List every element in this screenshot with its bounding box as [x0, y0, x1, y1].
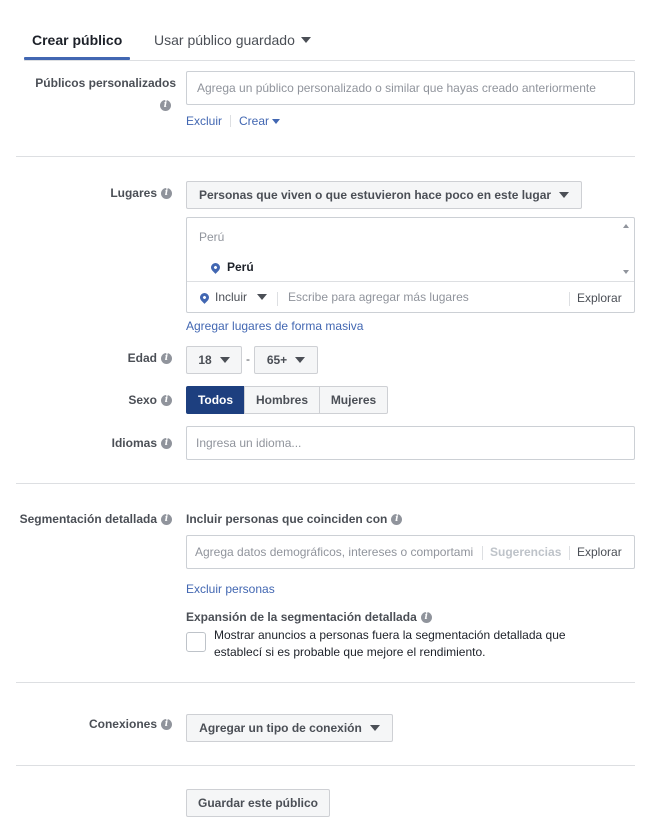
chevron-down-icon [257, 294, 268, 300]
create-audience-link[interactable]: Crear [239, 114, 281, 128]
custom-audience-placeholder: Agrega un público personalizado o simila… [197, 81, 596, 95]
location-item-label: Perú [227, 260, 254, 274]
info-icon[interactable]: i [161, 187, 172, 199]
custom-audiences-label-text: Públicos personalizados [35, 76, 176, 90]
include-people-title-text: Incluir personas que coinciden con [186, 512, 388, 526]
expansion-title-text: Expansión de la segmentación detallada [186, 610, 417, 624]
location-search-input[interactable]: Escribe para agregar más lugares [288, 290, 469, 304]
tab-saved-label: Usar público guardado [154, 32, 295, 48]
chevron-down-icon [219, 357, 230, 363]
location-group-title: Perú [199, 230, 225, 244]
location-list-box: Perú Perú Incluir Escribe para agregar m… [186, 217, 635, 313]
location-include-dropdown[interactable]: Incluir [198, 290, 268, 304]
divider [277, 292, 278, 306]
chevron-down-icon [559, 192, 570, 198]
chevron-down-icon [295, 357, 306, 363]
divider [569, 292, 570, 306]
explore-targeting-button[interactable]: Explorar [577, 545, 622, 559]
age-max-dropdown[interactable]: 65+ [254, 346, 318, 374]
scrollbar[interactable] [622, 224, 630, 280]
explore-locations-button[interactable]: Explorar [577, 291, 622, 305]
expansion-title: Expansión de la segmentación detallada i [186, 610, 432, 624]
info-icon[interactable]: i [391, 513, 403, 525]
expansion-description: Mostrar anuncios a personas fuera la seg… [214, 627, 566, 661]
info-icon[interactable]: i [160, 100, 171, 111]
connections-label-text: Conexiones [88, 717, 157, 731]
section-divider [16, 156, 635, 157]
info-icon[interactable]: i [161, 437, 172, 449]
location-type-dropdown[interactable]: Personas que viven o que estuvieron hace… [186, 181, 582, 209]
section-divider [16, 765, 635, 766]
exclude-people-link[interactable]: Excluir personas [186, 582, 275, 596]
include-label: Incluir [215, 290, 248, 304]
chevron-down-icon [272, 118, 281, 124]
location-pin-icon [198, 290, 211, 304]
section-divider [16, 483, 635, 484]
detailed-targeting-label: Segmentación detallada i [10, 512, 172, 526]
save-audience-button[interactable]: Guardar este público [186, 789, 330, 817]
tab-create-audience[interactable]: Crear público [32, 26, 122, 54]
section-divider [16, 682, 635, 683]
custom-audience-input[interactable]: Agrega un público personalizado o simila… [186, 71, 635, 105]
expansion-text-line-1: Mostrar anuncios a personas fuera la seg… [214, 628, 566, 642]
gender-all-button[interactable]: Todos [186, 386, 245, 414]
gender-women-button[interactable]: Mujeres [319, 386, 388, 414]
expansion-text-line-2: establecí si es probable que mejore el r… [214, 645, 486, 659]
expansion-checkbox[interactable] [186, 632, 206, 652]
chevron-down-icon [369, 725, 380, 731]
age-max-value: 65+ [266, 353, 288, 367]
age-label: Edad i [20, 351, 172, 365]
scroll-up-icon[interactable] [623, 224, 629, 228]
exclude-audience-link[interactable]: Excluir [186, 114, 222, 128]
connection-type-label: Agregar un tipo de conexión [199, 721, 362, 735]
connection-type-dropdown[interactable]: Agregar un tipo de conexión [186, 714, 393, 742]
location-type-label: Personas que viven o que estuvieron hace… [198, 188, 552, 202]
tabs-divider [24, 60, 635, 61]
detailed-targeting-label-text: Segmentación detallada [19, 512, 157, 526]
age-label-text: Edad [127, 351, 157, 365]
locations-label: Lugares i [20, 186, 172, 200]
detailed-targeting-placeholder: Agrega datos demográficos, intereses o c… [195, 545, 474, 559]
custom-audiences-label: Públicos personalizados [20, 76, 176, 90]
divider [230, 115, 232, 127]
include-people-title: Incluir personas que coinciden con i [186, 512, 403, 526]
info-icon[interactable]: i [161, 352, 172, 364]
chevron-down-icon [300, 37, 311, 43]
info-icon[interactable]: i [420, 611, 432, 623]
location-item-peru[interactable]: Perú [209, 260, 254, 274]
info-icon[interactable]: i [161, 718, 172, 730]
create-audience-label: Crear [239, 114, 270, 128]
detailed-targeting-input[interactable]: Agrega datos demográficos, intereses o c… [186, 535, 635, 569]
locations-label-text: Lugares [110, 186, 157, 200]
age-separator: - [246, 352, 250, 366]
age-min-dropdown[interactable]: 18 [186, 346, 242, 374]
bulk-locations-link[interactable]: Agregar lugares de forma masiva [186, 319, 363, 333]
languages-label: Idiomas i [20, 436, 172, 450]
age-min-value: 18 [198, 353, 212, 367]
custom-audience-actions: Excluir Crear [186, 114, 281, 128]
location-input-divider [187, 281, 634, 282]
location-pin-icon [209, 260, 222, 274]
connections-label: Conexiones i [20, 717, 172, 731]
language-input[interactable]: Ingresa un idioma... [186, 426, 635, 460]
tab-use-saved-audience[interactable]: Usar público guardado [154, 26, 311, 54]
suggestions-button[interactable]: Sugerencias [490, 545, 561, 559]
info-icon[interactable]: i [161, 513, 172, 525]
divider [569, 546, 570, 560]
gender-label: Sexo i [20, 393, 172, 407]
languages-label-text: Idiomas [111, 436, 157, 450]
scroll-down-icon[interactable] [623, 270, 629, 274]
info-icon[interactable]: i [161, 394, 172, 406]
gender-label-text: Sexo [128, 393, 157, 407]
divider [482, 546, 483, 560]
language-placeholder: Ingresa un idioma... [196, 436, 302, 450]
gender-men-button[interactable]: Hombres [244, 386, 320, 414]
